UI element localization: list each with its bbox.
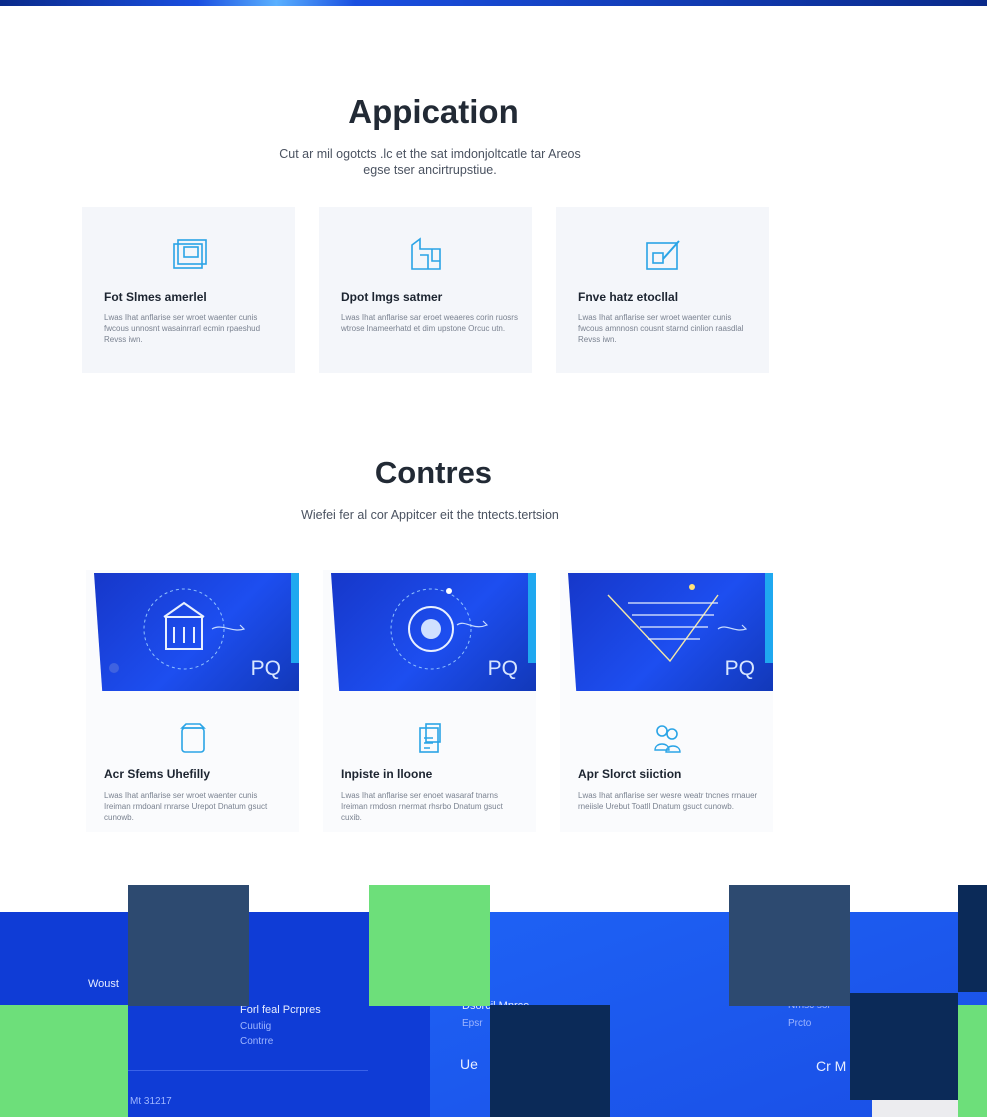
contres-title: Contres xyxy=(374,455,493,490)
footer-col2-item[interactable]: Contrre xyxy=(240,1036,273,1047)
report-icon xyxy=(418,723,441,753)
box-icon xyxy=(179,723,206,753)
banner-label: PQ xyxy=(724,657,755,680)
footer-col3-sub: Epsr xyxy=(462,1018,483,1029)
overlay-square-navy xyxy=(490,1005,610,1117)
banner-label: PQ xyxy=(487,657,518,680)
footer-col2-title: Forl feal Pcrpres xyxy=(240,1004,321,1016)
contres-card-body: Lwas Ihat anflarise ser enoet wasaraf tn… xyxy=(341,791,503,822)
footer-divider xyxy=(128,1070,368,1071)
feature-card-title: Dpot lmgs satmer xyxy=(341,290,443,304)
top-hero-banner xyxy=(0,0,987,6)
banner-label: PQ xyxy=(250,657,281,680)
feature-card-body: Lwas Ihat anflarise ser wroet waenter cu… xyxy=(578,313,744,344)
contres-card-body: Lwas Ihat anflarise ser wroet waenter cu… xyxy=(104,791,268,822)
contres-card-3[interactable]: PQ Apr Slorct siiction Lwas Ihat anflari… xyxy=(560,570,773,832)
contres-card-title: Acr Sfems Uhefilly xyxy=(104,767,211,781)
feature-card-1[interactable]: Fot Slmes amerlel Lwas Ihat anflarise se… xyxy=(82,207,295,373)
people-icon xyxy=(653,725,681,753)
feature-card-body: Lwas Ihat anflarise sar eroet weaeres co… xyxy=(341,313,518,333)
banner-accent xyxy=(765,573,773,663)
card-banner-image: PQ xyxy=(568,573,773,691)
contres-card-body: Lwas Ihat anflarise ser wesre weatr tncn… xyxy=(578,791,758,811)
overlay-square-navy xyxy=(850,993,958,1100)
overlay-square-green xyxy=(0,1005,128,1117)
application-subtitle-line2: egse tser ancirtrupstiue. xyxy=(363,163,497,177)
contres-card-1[interactable]: PQ Acr Sfems Uhefilly Lwas Ihat anflaris… xyxy=(86,570,299,832)
overlay-square-slate xyxy=(729,885,850,1006)
banner-accent xyxy=(291,573,299,663)
feature-card-2[interactable]: Dpot lmgs satmer Lwas Ihat anflarise sar… xyxy=(319,207,532,373)
footer-col4-link[interactable]: Cr M xyxy=(816,1058,846,1074)
footer-col3-link[interactable]: Ue xyxy=(460,1056,478,1072)
application-subtitle-line1: Cut ar mil ogotcts .lc et the sat imdonj… xyxy=(279,147,581,161)
card-banner-image: PQ xyxy=(331,573,536,691)
overlay-square-navy xyxy=(958,885,987,992)
application-subtitle: Cut ar mil ogotcts .lc et the sat imdonj… xyxy=(230,146,630,178)
overlay-square-green xyxy=(369,885,490,1006)
feature-card-body: Lwas Ihat anflarise ser wroet waenter cu… xyxy=(104,313,261,344)
overlay-square-slate xyxy=(128,885,249,1006)
card-banner-image: PQ xyxy=(94,573,299,691)
application-title: Appication xyxy=(348,93,519,130)
blueprint-icon xyxy=(172,239,207,269)
footer-col4-sub: Prcto xyxy=(788,1018,812,1029)
footer-copyright: Mt 31217 xyxy=(130,1096,172,1107)
banner-accent xyxy=(528,573,536,663)
contres-card-title: Apr Slorct siiction xyxy=(578,767,682,781)
feature-card-title: Fot Slmes amerlel xyxy=(104,290,207,304)
feature-card-title: Fnve hatz etocllal xyxy=(578,290,679,304)
overlay-square-green xyxy=(958,1005,987,1117)
floorplan-icon xyxy=(410,237,441,270)
contres-card-2[interactable]: PQ Inpiste in lloone Lwas Ihat anflarise… xyxy=(323,570,536,832)
contres-card-title: Inpiste in lloone xyxy=(341,767,433,781)
footer-col2-item[interactable]: Cuutiig xyxy=(240,1021,271,1032)
footer-col1-link[interactable]: Woust xyxy=(88,978,119,990)
document-edit-icon xyxy=(645,240,680,270)
contres-subtitle: Wiefei fer al cor Appitcer eit the tntec… xyxy=(301,508,559,522)
feature-card-3[interactable]: Fnve hatz etocllal Lwas Ihat anflarise s… xyxy=(556,207,769,373)
